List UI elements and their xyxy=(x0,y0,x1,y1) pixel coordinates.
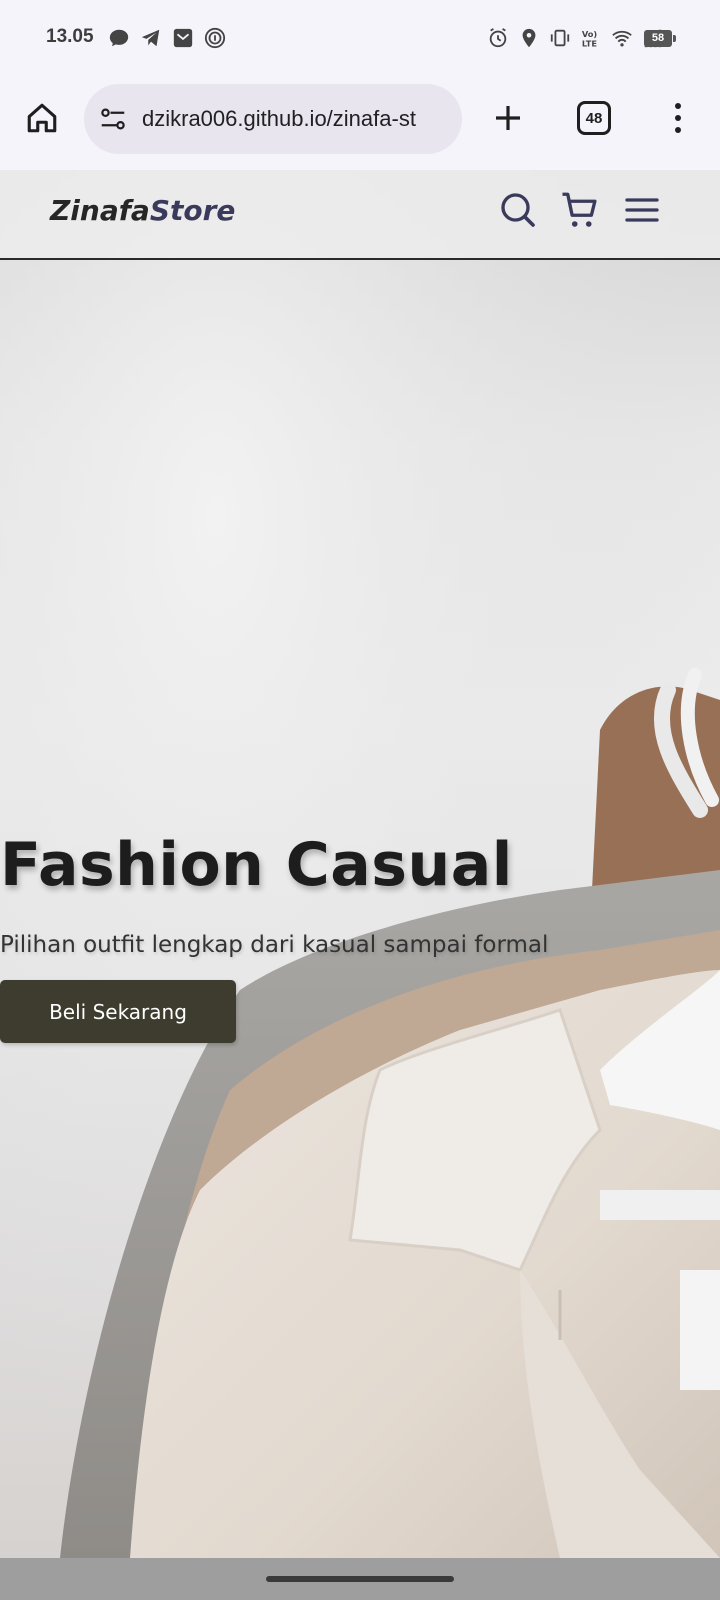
home-button[interactable] xyxy=(22,98,62,138)
vibrate-icon xyxy=(550,29,570,47)
hamburger-menu-button[interactable] xyxy=(620,188,664,232)
cart-icon xyxy=(562,192,597,227)
battery-indicator: 58 xyxy=(644,30,676,47)
plus-icon xyxy=(496,106,520,130)
status-time: 13.05 xyxy=(46,26,94,47)
fingerprint-icon xyxy=(204,27,226,49)
browser-toolbar: dzikra006.github.io/zinafa-st 48 xyxy=(0,78,720,170)
alarm-icon xyxy=(489,28,507,48)
wifi-icon xyxy=(612,30,632,47)
hero-title: Fashion Casual xyxy=(0,830,513,900)
tab-switcher-button[interactable]: 48 xyxy=(577,101,611,135)
volte-icon: Vo)LTE xyxy=(582,29,598,48)
browser-menu-button[interactable] xyxy=(662,98,694,138)
chat-bubble-icon xyxy=(109,29,129,47)
menu-dot xyxy=(675,127,681,133)
home-gesture-handle[interactable] xyxy=(266,1576,454,1582)
system-icons: Vo) LTE xyxy=(487,27,664,49)
menu-dot xyxy=(675,103,681,109)
cart-button[interactable] xyxy=(558,188,602,232)
navigation-gesture-bar xyxy=(0,1558,720,1600)
logo-text-primary: Zinafa xyxy=(50,194,150,227)
buy-now-button[interactable]: Beli Sekarang xyxy=(0,980,236,1043)
search-icon xyxy=(501,193,535,227)
location-icon xyxy=(522,28,536,48)
site-logo[interactable]: ZinafaStore xyxy=(50,194,235,227)
web-page: ZinafaStore Fashion Casual Pilihan outfi… xyxy=(0,170,720,1558)
site-settings-icon[interactable] xyxy=(98,104,128,134)
address-bar[interactable]: dzikra006.github.io/zinafa-st xyxy=(84,84,462,154)
hero-subtitle: Pilihan outfit lengkap dari kasual sampa… xyxy=(0,932,549,958)
hamburger-menu-icon xyxy=(625,198,659,222)
site-header: ZinafaStore xyxy=(0,170,720,260)
url-text: dzikra006.github.io/zinafa-st xyxy=(142,106,416,131)
notification-icons xyxy=(108,27,226,49)
menu-dot xyxy=(675,115,681,121)
svg-text:LTE: LTE xyxy=(582,38,598,48)
telegram-icon xyxy=(141,29,160,47)
home-icon xyxy=(27,103,57,133)
new-tab-button[interactable] xyxy=(488,98,528,138)
inbox-icon xyxy=(173,28,193,48)
status-bar: 13.05 Vo) LTE 58 xyxy=(0,0,720,78)
search-button[interactable] xyxy=(496,188,540,232)
logo-text-accent: Store xyxy=(149,194,236,227)
